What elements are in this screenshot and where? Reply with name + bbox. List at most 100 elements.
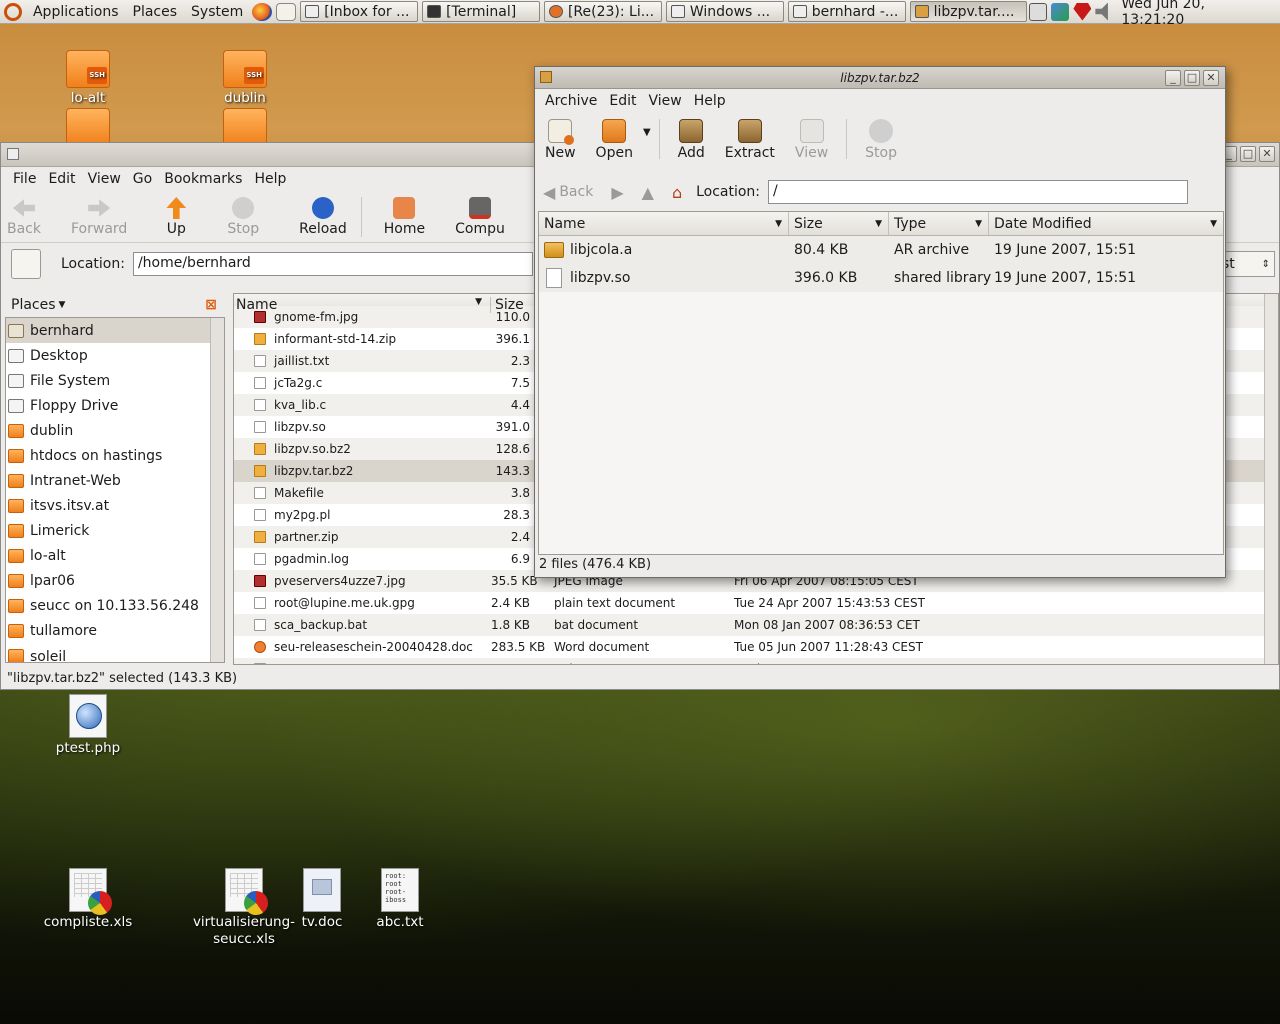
menu-edit[interactable]: Edit <box>42 171 81 187</box>
task-bernhard[interactable]: bernhard -... <box>787 1 906 22</box>
back-button[interactable]: Back <box>1 197 47 237</box>
file-list-scrollbar[interactable] <box>1264 294 1278 664</box>
column-date[interactable]: Date Modified ▼ <box>989 212 1223 235</box>
up-button[interactable]: ▲ <box>642 183 654 202</box>
table-row[interactable]: truss.out 40.0 KBunknownWed 30 May 2007 0… <box>234 658 1278 664</box>
sidebar-scrollbar[interactable] <box>210 318 224 662</box>
task-inbox[interactable]: [Inbox for ... <box>300 1 419 22</box>
sidebar-item-bernhard[interactable]: bernhard <box>6 318 224 343</box>
sidebar-item-soleil[interactable]: soleil <box>6 649 224 662</box>
task-archive[interactable]: libzpv.tar.... <box>909 1 1028 22</box>
maximize-button[interactable]: □ <box>1184 70 1200 86</box>
window-menu-icon[interactable] <box>7 148 19 160</box>
up-button[interactable]: Up <box>133 197 193 237</box>
task-terminal[interactable]: [Terminal] <box>422 1 540 22</box>
archive-row[interactable]: libjcola.a 80.4 KB AR archive 19 June 20… <box>539 236 1223 264</box>
view-button[interactable]: View <box>785 119 838 161</box>
network-icon[interactable] <box>1051 2 1070 21</box>
minimize-button[interactable]: _ <box>1165 70 1181 86</box>
sidebar-item-label: dublin <box>30 422 74 439</box>
menu-help[interactable]: Help <box>688 93 732 109</box>
menu-view[interactable]: View <box>82 171 127 187</box>
home-button[interactable]: ⌂ <box>672 183 682 202</box>
sidebar-item-floppy[interactable]: Floppy Drive <box>6 393 224 418</box>
sidebar-item-lpar06[interactable]: lpar06 <box>6 568 224 593</box>
menu-system[interactable]: System <box>184 4 250 20</box>
places-selector[interactable]: Places <box>11 297 56 313</box>
file-size: 6.9 <box>510 552 530 566</box>
computer-button[interactable]: Compu <box>431 197 511 237</box>
text-file-icon <box>254 553 266 565</box>
edit-location-icon[interactable] <box>11 249 41 279</box>
stop-button[interactable]: Stop <box>855 119 907 161</box>
menu-bookmarks[interactable]: Bookmarks <box>158 171 248 187</box>
home-button[interactable]: Home <box>370 197 431 237</box>
sidebar-item-filesystem[interactable]: File System <box>6 368 224 393</box>
table-row[interactable]: seu-releaseschein-20040428.doc 283.5 KB Wo… <box>234 636 1278 658</box>
file-name: libzpv.so <box>570 270 631 286</box>
update-notifier-icon[interactable] <box>1073 2 1092 21</box>
column-size[interactable]: Size ▼ <box>789 212 889 235</box>
show-desktop-icon[interactable] <box>1029 2 1048 21</box>
forward-button[interactable]: ▶ <box>611 183 623 202</box>
reload-button[interactable]: Reload <box>265 197 353 237</box>
mail-launcher-icon[interactable] <box>276 2 297 21</box>
table-row[interactable]: sca_backup.bat 1.8 KB bat document Mon 08 J… <box>234 614 1278 636</box>
firefox-launcher-icon[interactable] <box>252 2 273 21</box>
archive-row[interactable]: libzpv.so 396.0 KB shared library 19 Jun… <box>539 264 1223 292</box>
stop-button[interactable]: Stop <box>193 197 265 237</box>
menu-places[interactable]: Places <box>126 4 185 20</box>
menu-archive[interactable]: Archive <box>541 93 603 109</box>
forward-button[interactable]: Forward <box>47 197 133 237</box>
menu-applications[interactable]: Applications <box>26 4 126 20</box>
sidebar-item-seucc[interactable]: seucc on 10.133.56.248 <box>6 593 224 618</box>
chevron-down-icon[interactable]: ▼ <box>59 300 66 310</box>
desktop-icon-dublin[interactable]: SSH dublin <box>190 50 300 107</box>
archive-window-menu-icon[interactable] <box>540 71 552 83</box>
file-name: jaillist.txt <box>274 354 330 368</box>
desktop-icon-compliste[interactable]: compliste.xls <box>33 868 143 931</box>
sidebar-item-intranet[interactable]: Intranet-Web <box>6 468 224 493</box>
column-name[interactable]: Name ▼ <box>539 212 789 235</box>
sidebar-item-itsvs[interactable]: itsvs.itsv.at <box>6 493 224 518</box>
menu-edit[interactable]: Edit <box>603 93 642 109</box>
sidebar-item-desktop[interactable]: Desktop <box>6 343 224 368</box>
sidebar-item-lo-alt[interactable]: lo-alt <box>6 543 224 568</box>
open-archive-button[interactable]: Open <box>586 119 643 161</box>
extract-button[interactable]: Extract <box>715 119 785 161</box>
location-input[interactable]: /home/bernhard <box>132 252 533 276</box>
menu-help[interactable]: Help <box>248 171 292 187</box>
open-recent-dropdown-icon[interactable]: ▼ <box>643 127 651 138</box>
sidebar-item-tullamore[interactable]: tullamore <box>6 618 224 643</box>
location-input[interactable]: / <box>768 180 1189 204</box>
clock[interactable]: Wed Jun 20, 13:21:20 <box>1121 0 1272 28</box>
back-label: Back <box>559 184 594 200</box>
menu-file[interactable]: File <box>7 171 42 187</box>
back-button[interactable]: ◀ Back <box>543 183 593 202</box>
sidebar-item-htdocs[interactable]: htdocs on hastings <box>6 443 224 468</box>
open-archive-icon <box>602 119 627 143</box>
close-button[interactable]: ✕ <box>1203 70 1219 86</box>
column-type[interactable]: Type ▼ <box>889 212 989 235</box>
window-titlebar[interactable]: libzpv.tar.bz2 _ □ ✕ <box>535 67 1225 89</box>
ubuntu-logo-icon[interactable] <box>4 2 22 21</box>
table-row[interactable]: root@lupine.me.uk.gpg 2.4 KB plain text do… <box>234 592 1278 614</box>
file-name-cell: root@lupine.me.uk.gpg <box>234 596 491 610</box>
task-firefox[interactable]: [Re(23): Li... <box>543 1 662 22</box>
desktop-icon-abc-txt[interactable]: root: root root-iboss abc.txt <box>345 868 455 931</box>
close-button[interactable]: ✕ <box>1259 146 1275 162</box>
remote-folder-icon: SSH <box>66 50 110 88</box>
sidebar-item-limerick[interactable]: Limerick <box>6 518 224 543</box>
sidebar-item-dublin[interactable]: dublin <box>6 418 224 443</box>
task-windows[interactable]: Windows ... <box>665 1 784 22</box>
add-files-button[interactable]: Add <box>668 119 715 161</box>
desktop-icon-ptest[interactable]: ptest.php <box>33 694 143 757</box>
new-archive-button[interactable]: New <box>535 119 586 161</box>
remote-folder-icon <box>8 548 24 563</box>
volume-icon[interactable] <box>1095 2 1108 21</box>
menu-go[interactable]: Go <box>127 171 158 187</box>
menu-view[interactable]: View <box>643 93 688 109</box>
desktop-icon-lo-alt[interactable]: SSH lo-alt <box>33 50 143 107</box>
close-sidebar-icon[interactable]: ⊠ <box>205 297 217 313</box>
maximize-button[interactable]: □ <box>1240 146 1256 162</box>
